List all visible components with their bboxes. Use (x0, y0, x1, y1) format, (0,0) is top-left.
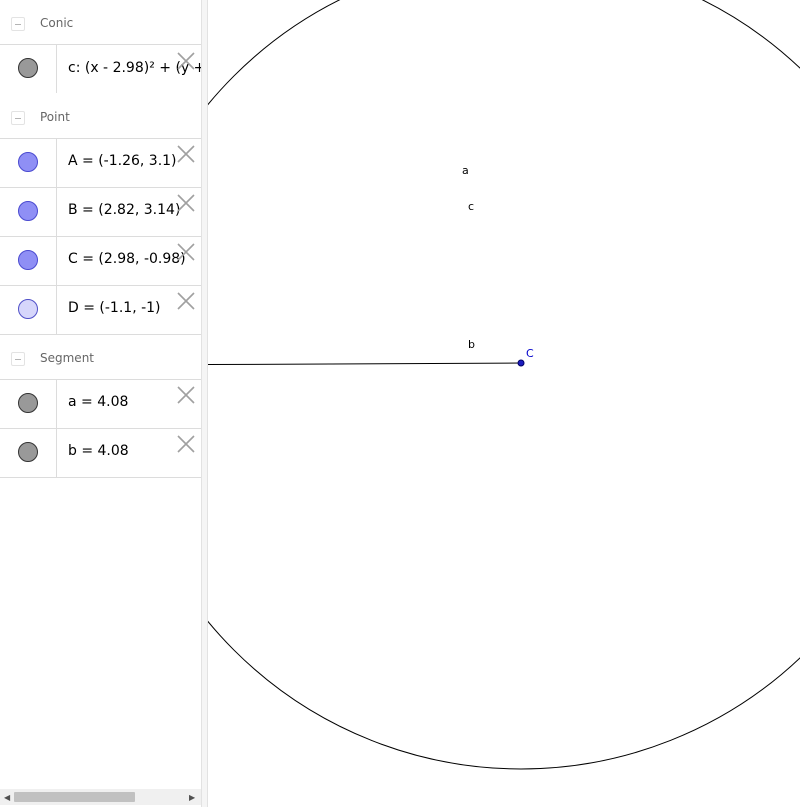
algebra-item-C[interactable]: C = (2.98, -0.98) (0, 236, 201, 285)
visibility-marble-A[interactable] (18, 152, 38, 172)
view-splitter[interactable] (201, 0, 208, 807)
group-header-conic[interactable]: Conic (0, 0, 201, 44)
algebra-item-text-A[interactable]: A = (-1.26, 3.1) (68, 153, 177, 169)
point-C[interactable] (517, 359, 525, 367)
visibility-marble-a[interactable] (18, 393, 38, 413)
delete-icon[interactable] (177, 52, 195, 70)
segment-b[interactable] (208, 362, 522, 366)
delete-icon[interactable] (177, 145, 195, 163)
algebra-item-text-D[interactable]: D = (-1.1, -1) (68, 300, 161, 316)
graphics-canvas[interactable]: ABCDabc (208, 0, 800, 807)
marble-cell (0, 429, 57, 477)
label-C: C (526, 347, 534, 360)
scrollbar-thumb[interactable] (14, 792, 135, 802)
delete-icon[interactable] (177, 243, 195, 261)
visibility-marble-b[interactable] (18, 442, 38, 462)
graphics-view[interactable]: ABCDabc (208, 0, 800, 807)
algebra-item-c[interactable]: c: (x - 2.98)² + (y + 0.98)² = 16.65 (0, 44, 201, 93)
algebra-item-a[interactable]: a = 4.08 (0, 379, 201, 428)
delete-icon[interactable] (177, 194, 195, 212)
algebra-item-text-C[interactable]: C = (2.98, -0.98) (68, 251, 186, 267)
marble-cell (0, 139, 57, 187)
visibility-marble-D[interactable] (18, 299, 38, 319)
group-header-point[interactable]: Point (0, 94, 201, 138)
marble-cell (0, 188, 57, 236)
marble-cell (0, 237, 57, 285)
collapse-toggle-segment[interactable] (11, 352, 25, 366)
marble-cell (0, 45, 57, 93)
label-a: a (462, 164, 469, 177)
group-label-segment: Segment (40, 351, 94, 365)
collapse-toggle-point[interactable] (11, 111, 25, 125)
horizontal-scrollbar[interactable]: ◀ ▶ (0, 789, 201, 805)
algebra-item-B[interactable]: B = (2.82, 3.14) (0, 187, 201, 236)
group-header-segment[interactable]: Segment (0, 335, 201, 379)
visibility-marble-B[interactable] (18, 201, 38, 221)
collapse-toggle-conic[interactable] (11, 17, 25, 31)
visibility-marble-c[interactable] (18, 58, 38, 78)
algebra-item-text-B[interactable]: B = (2.82, 3.14) (68, 202, 180, 218)
algebra-item-text-a[interactable]: a = 4.08 (68, 394, 128, 410)
algebra-view: Conic c: (x - 2.98)² + (y + 0.98)² = 16.… (0, 0, 201, 807)
marble-cell (0, 380, 57, 428)
algebra-item-b[interactable]: b = 4.08 (0, 428, 201, 478)
algebra-item-A[interactable]: A = (-1.26, 3.1) (0, 138, 201, 187)
algebra-item-D[interactable]: D = (-1.1, -1) (0, 285, 201, 335)
algebra-item-text-b[interactable]: b = 4.08 (68, 443, 129, 459)
delete-icon[interactable] (177, 292, 195, 310)
group-label-conic: Conic (40, 16, 74, 30)
scroll-left-icon[interactable]: ◀ (4, 793, 10, 802)
scroll-right-icon[interactable]: ▶ (189, 793, 195, 802)
label-c: c (468, 200, 474, 213)
visibility-marble-C[interactable] (18, 250, 38, 270)
group-label-point: Point (40, 110, 70, 124)
marble-cell (0, 286, 57, 334)
delete-icon[interactable] (177, 386, 195, 404)
label-b: b (468, 338, 475, 351)
circle-c[interactable] (208, 0, 800, 770)
delete-icon[interactable] (177, 435, 195, 453)
